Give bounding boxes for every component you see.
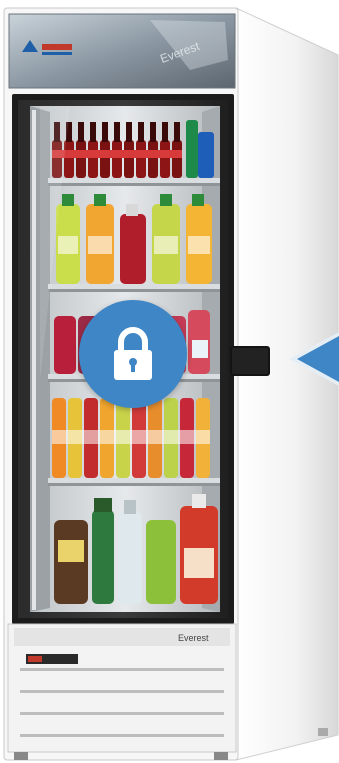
padlock-icon (114, 327, 152, 380)
lock-badge (79, 300, 187, 408)
shelf-2-juice-bottles (56, 194, 212, 284)
left-arrow-icon (289, 332, 339, 386)
panel-logo-text: Everest (178, 633, 209, 643)
